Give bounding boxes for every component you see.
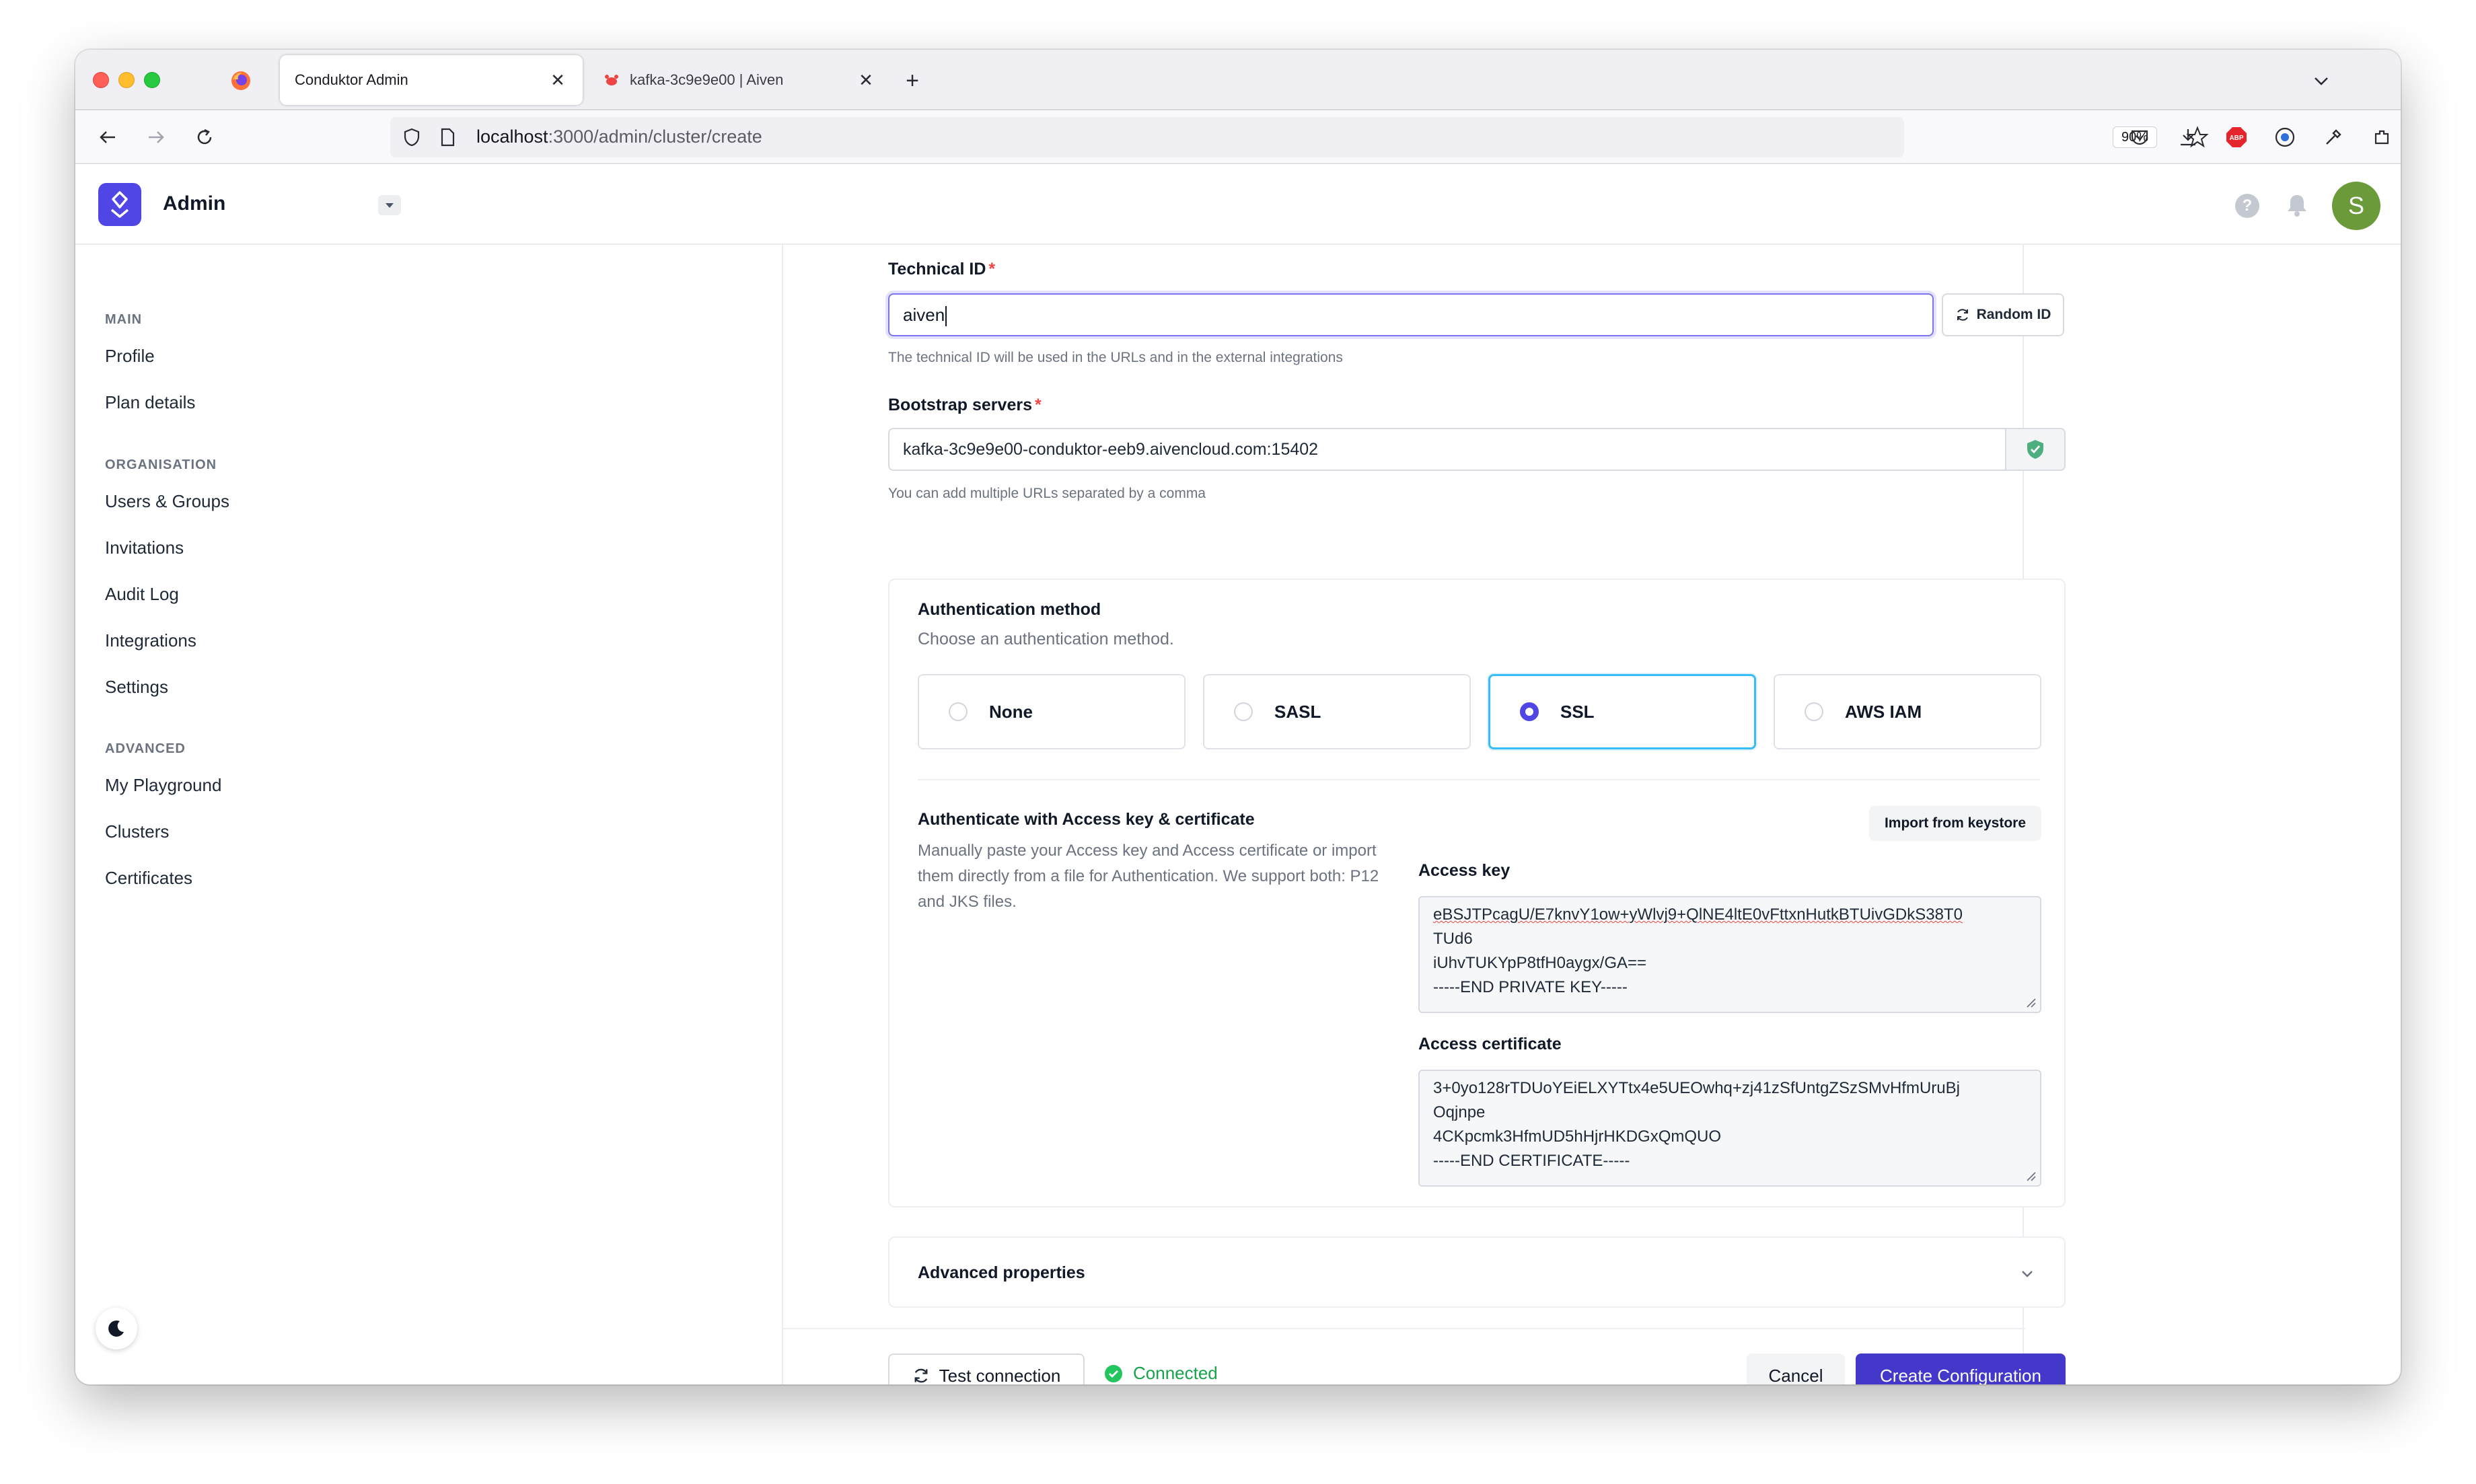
sidebar-item-certificates[interactable]: Certificates bbox=[105, 868, 192, 889]
zoom-window-button[interactable] bbox=[144, 72, 160, 88]
user-avatar[interactable]: S bbox=[2332, 182, 2380, 230]
sidebar-item-plan-details[interactable]: Plan details bbox=[105, 392, 195, 413]
auth-option-sasl[interactable]: SASL bbox=[1203, 674, 1471, 749]
url-bar[interactable]: localhost:3000/admin/cluster/create 90% bbox=[390, 117, 2209, 157]
chevron-down-icon bbox=[2022, 1271, 2033, 1277]
random-id-label: Random ID bbox=[1976, 307, 2051, 322]
advanced-properties-accordion[interactable]: Advanced properties bbox=[888, 1236, 2066, 1308]
sidebar-item-settings[interactable]: Settings bbox=[105, 677, 168, 698]
tab-list-chevron-icon[interactable] bbox=[2309, 69, 2333, 93]
sidebar-item-audit-log[interactable]: Audit Log bbox=[105, 584, 179, 605]
tab-title: kafka-3c9e9e00 | Aiven bbox=[630, 71, 784, 88]
url-text[interactable]: localhost:3000/admin/cluster/create bbox=[476, 126, 762, 147]
resize-grip-icon[interactable] bbox=[2024, 1169, 2036, 1181]
cluster-create-form: Technical ID * aiven Random ID The techni… bbox=[782, 245, 2066, 1384]
adblock-icon[interactable]: ABP bbox=[2222, 122, 2251, 152]
firefox-icon[interactable] bbox=[230, 70, 252, 91]
pocket-icon[interactable] bbox=[2125, 122, 2154, 152]
auth-option-none[interactable]: None bbox=[918, 674, 1186, 749]
bootstrap-servers-value: kafka-3c9e9e00-conduktor-eeb9.aivencloud… bbox=[903, 440, 1319, 459]
sidebar: MAIN Profile Plan details ORGANISATION U… bbox=[75, 245, 452, 1384]
valid-shield-icon bbox=[2005, 429, 2064, 470]
access-certificate-label: Access certificate bbox=[1418, 1035, 1562, 1053]
radio-sasl[interactable] bbox=[1234, 702, 1253, 721]
sidebar-item-clusters[interactable]: Clusters bbox=[105, 821, 169, 842]
svg-text:ABP: ABP bbox=[2229, 135, 2243, 142]
certificate-section-title: Authenticate with Access key & certifica… bbox=[918, 810, 1255, 829]
access-key-label: Access key bbox=[1418, 861, 1510, 880]
advanced-properties-title: Advanced properties bbox=[918, 1263, 1085, 1282]
divider bbox=[918, 779, 2040, 780]
back-icon[interactable] bbox=[93, 122, 122, 152]
footer-divider bbox=[783, 1328, 2025, 1329]
radio-ssl[interactable] bbox=[1520, 702, 1539, 721]
tab-title: Conduktor Admin bbox=[295, 71, 408, 88]
password-manager-icon[interactable] bbox=[2270, 122, 2300, 152]
connection-status-text: Connected bbox=[1133, 1363, 1218, 1383]
auth-method-title: Authentication method bbox=[918, 600, 1101, 619]
moon-icon bbox=[108, 1320, 124, 1337]
shield-icon[interactable] bbox=[401, 126, 423, 148]
technical-id-input[interactable]: aiven bbox=[888, 293, 1934, 336]
aiven-crab-icon bbox=[605, 75, 618, 85]
help-icon[interactable]: ? bbox=[2235, 194, 2259, 218]
tab-close-icon[interactable]: ✕ bbox=[856, 70, 876, 90]
minimize-window-button[interactable] bbox=[118, 72, 135, 88]
sidebar-item-my-playground[interactable]: My Playground bbox=[105, 775, 221, 796]
extensions-icon[interactable] bbox=[2367, 122, 2397, 152]
connection-status: Connected bbox=[1103, 1363, 1218, 1384]
auth-method-subtitle: Choose an authentication method. bbox=[918, 630, 1174, 648]
sidebar-item-invitations[interactable]: Invitations bbox=[105, 537, 184, 558]
bootstrap-servers-helper: You can add multiple URLs separated by a… bbox=[888, 486, 1206, 501]
sidebar-item-profile[interactable]: Profile bbox=[105, 346, 155, 367]
app-title: Admin bbox=[163, 192, 226, 215]
create-configuration-button[interactable]: Create Configuration bbox=[1856, 1353, 2066, 1384]
test-connection-label: Test connection bbox=[939, 1365, 1061, 1385]
random-id-button[interactable]: Random ID bbox=[1942, 293, 2064, 336]
new-tab-icon[interactable]: + bbox=[898, 66, 927, 96]
tab-conduktor-admin[interactable]: Conduktor Admin ✕ bbox=[280, 55, 583, 105]
close-window-button[interactable] bbox=[93, 72, 109, 88]
auth-option-aws-iam[interactable]: AWS IAM bbox=[1774, 674, 2041, 749]
authentication-card: Authentication method Choose an authenti… bbox=[888, 579, 2066, 1208]
conduktor-logo[interactable] bbox=[98, 183, 141, 226]
tab-close-icon[interactable]: ✕ bbox=[548, 70, 568, 90]
bootstrap-servers-label: Bootstrap servers * bbox=[888, 396, 1042, 414]
sidebar-section-organisation: ORGANISATION bbox=[105, 457, 217, 472]
check-circle-icon bbox=[1105, 1364, 1122, 1382]
bootstrap-servers-input[interactable]: kafka-3c9e9e00-conduktor-eeb9.aivencloud… bbox=[888, 428, 2066, 471]
tab-aiven[interactable]: kafka-3c9e9e00 | Aiven ✕ bbox=[588, 55, 891, 105]
test-connection-button[interactable]: Test connection bbox=[888, 1353, 1085, 1384]
sidebar-item-integrations[interactable]: Integrations bbox=[105, 630, 196, 651]
browser-tab-bar: Conduktor Admin ✕ kafka-3c9e9e00 | Aiven… bbox=[75, 50, 2401, 110]
refresh-icon bbox=[1957, 309, 1968, 321]
notification-bell-icon[interactable] bbox=[2285, 192, 2309, 218]
import-from-keystore-button[interactable]: Import from keystore bbox=[1869, 806, 2041, 841]
app-switcher-chevron-icon[interactable] bbox=[378, 195, 401, 215]
app-header: Admin ? S bbox=[75, 164, 2401, 245]
access-certificate-textarea[interactable]: 3+0yo128rTDUoYEiELXYTtx4e5UEOwhq+zj41zSf… bbox=[1418, 1070, 2041, 1187]
auth-option-ssl[interactable]: SSL bbox=[1488, 674, 1756, 749]
cancel-button[interactable]: Cancel bbox=[1747, 1353, 1845, 1384]
technical-id-helper: The technical ID will be used in the URL… bbox=[888, 350, 1343, 365]
sidebar-item-users-groups[interactable]: Users & Groups bbox=[105, 491, 229, 512]
radio-aws-iam[interactable] bbox=[1805, 702, 1823, 721]
radio-none[interactable] bbox=[949, 702, 968, 721]
sidebar-section-main: MAIN bbox=[105, 312, 143, 327]
forward-icon[interactable] bbox=[141, 122, 171, 152]
download-icon[interactable] bbox=[2173, 122, 2203, 152]
resize-grip-icon[interactable] bbox=[2024, 996, 2036, 1008]
technical-id-label: Technical ID * bbox=[888, 260, 996, 279]
dark-mode-toggle[interactable] bbox=[96, 1308, 137, 1349]
reload-icon[interactable] bbox=[190, 122, 219, 152]
refresh-icon bbox=[914, 1368, 928, 1383]
page-icon[interactable] bbox=[437, 126, 458, 148]
access-key-textarea[interactable]: eBSJTPcagU/E7knvY1ow+yWlvj9+QlNE4ltE0vFt… bbox=[1418, 896, 2041, 1013]
browser-nav-bar: localhost:3000/admin/cluster/create 90% … bbox=[75, 110, 2401, 164]
eyedropper-icon[interactable] bbox=[2319, 122, 2348, 152]
browser-window: Conduktor Admin ✕ kafka-3c9e9e00 | Aiven… bbox=[75, 50, 2401, 1384]
certificate-section-description: Manually paste your Access key and Acces… bbox=[918, 842, 1379, 911]
sidebar-section-advanced: ADVANCED bbox=[105, 741, 186, 756]
